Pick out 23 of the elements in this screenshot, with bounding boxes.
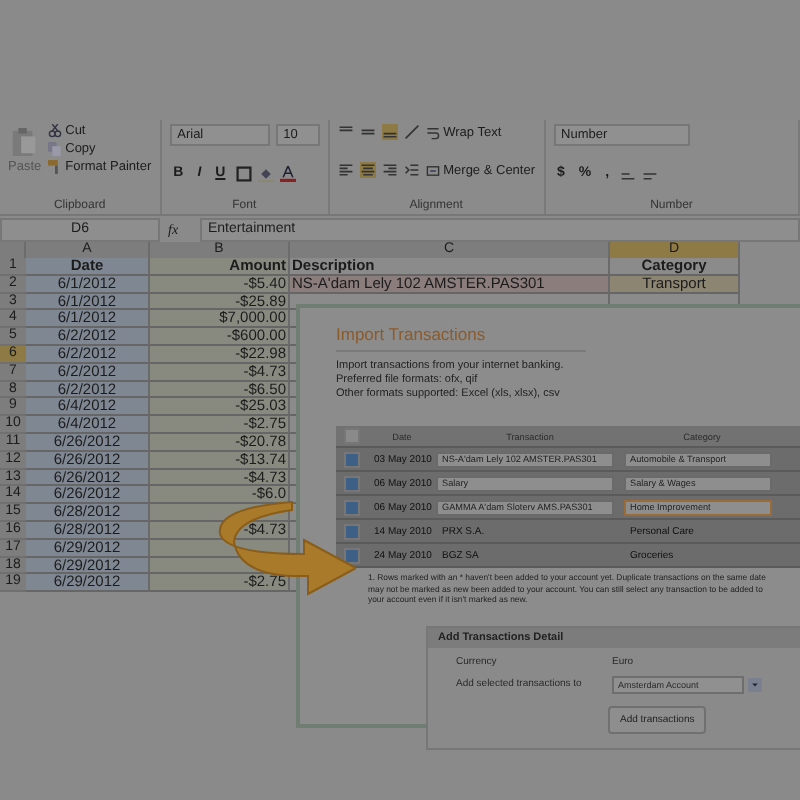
dialog-title: Import Transactions xyxy=(336,324,586,352)
border-icon[interactable] xyxy=(235,165,252,181)
select-all-checkbox[interactable] xyxy=(344,428,360,444)
orientation-icon[interactable] xyxy=(403,124,420,140)
scissors-icon[interactable] xyxy=(47,124,62,138)
align-middle-icon[interactable] xyxy=(359,124,376,140)
row-checkbox[interactable] xyxy=(344,523,360,539)
font-color-icon[interactable] xyxy=(279,165,296,181)
indent-icon[interactable] xyxy=(403,162,420,178)
align-left-icon[interactable] xyxy=(337,162,354,178)
paste-icon[interactable] xyxy=(10,125,39,157)
align-center-icon[interactable] xyxy=(359,162,376,178)
row-checkbox[interactable] xyxy=(344,499,360,515)
merge-icon[interactable] xyxy=(425,163,440,177)
row-checkbox[interactable] xyxy=(344,475,360,491)
align-bottom-icon[interactable] xyxy=(381,124,398,140)
align-right-icon[interactable] xyxy=(381,162,398,178)
row-checkbox[interactable] xyxy=(344,451,360,467)
wrap-icon[interactable] xyxy=(425,125,440,139)
dropdown-arrow-icon[interactable] xyxy=(748,677,762,691)
row-checkbox[interactable] xyxy=(344,547,360,563)
brush-icon[interactable] xyxy=(47,160,62,174)
fill-color-icon[interactable] xyxy=(257,165,274,181)
